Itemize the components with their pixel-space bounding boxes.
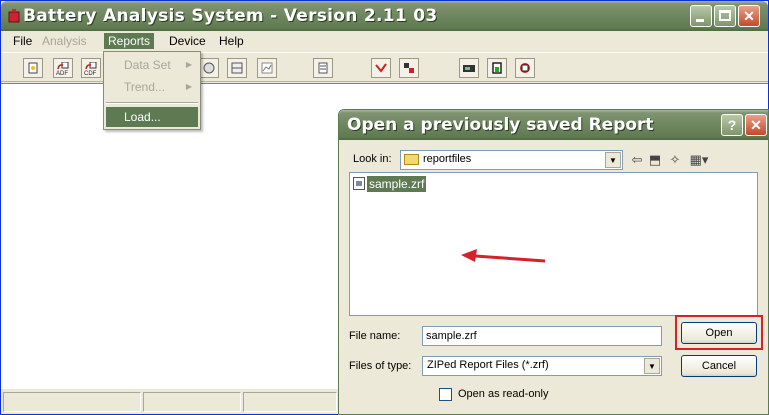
view-menu-icon[interactable]: ▦▾ (687, 152, 711, 168)
toolbar-chart-button[interactable] (257, 58, 277, 78)
look-in-label: Look in: (353, 153, 392, 165)
close-icon: ✕ (750, 117, 762, 133)
menu-item-trend[interactable]: Trend... ▶ (106, 77, 198, 97)
main-titlebar[interactable]: Battery Analysis System - Version 2.11 0… (1, 1, 768, 31)
new-folder-icon[interactable]: ✧ (667, 152, 683, 168)
close-button[interactable]: ✕ (738, 5, 760, 27)
probe-icon (375, 63, 387, 73)
toolbar-connect-button[interactable] (515, 58, 535, 78)
close-icon: ✕ (743, 8, 755, 24)
minimize-icon (696, 19, 704, 22)
folder-icon (404, 154, 419, 165)
submenu-arrow-icon: ▶ (185, 60, 192, 69)
window-title: Battery Analysis System - Version 2.11 0… (23, 6, 438, 26)
maximize-icon (719, 10, 731, 21)
file-name-input[interactable] (423, 327, 661, 345)
app-icon (8, 9, 20, 23)
toolbar-report-button[interactable] (313, 58, 333, 78)
cdf-label: CDF (84, 71, 97, 77)
menu-reports[interactable]: Reports (104, 33, 155, 49)
files-of-type-value: ZIPed Report Files (*.zrf) (427, 359, 549, 371)
submenu-arrow-icon: ▶ (185, 82, 192, 91)
gauge-icon (203, 62, 215, 74)
maximize-button[interactable] (714, 5, 736, 27)
files-of-type-combo[interactable]: ZIPed Report Files (*.zrf) ▼ (422, 356, 662, 376)
menu-item-load-label: Load... (124, 110, 161, 124)
dialog-titlebar[interactable]: Open a previously saved Report ? ✕ (339, 110, 768, 140)
toolbar-probe-button[interactable] (371, 58, 391, 78)
toolbar-adf-button[interactable]: ADF (53, 58, 73, 78)
status-cell-3 (243, 392, 337, 412)
annotation-arrow-icon (461, 249, 546, 263)
menu-separator (106, 102, 198, 104)
menu-item-data-set-label: Data Set (124, 58, 171, 72)
toolbar-cdf-button[interactable]: CDF (81, 58, 101, 78)
chevron-down-icon[interactable]: ▼ (644, 358, 660, 374)
new-file-icon (28, 62, 38, 74)
file-name-label: File name: (349, 330, 401, 342)
toolbar-gauge-button[interactable] (199, 58, 219, 78)
toolbar-transfer-button[interactable] (399, 58, 419, 78)
battery-icon (492, 62, 502, 74)
look-in-value: reportfiles (423, 153, 472, 165)
chart-icon (261, 62, 273, 74)
menu-help[interactable]: Help (215, 33, 248, 49)
open-report-dialog: Open a previously saved Report ? ✕ Look … (338, 109, 769, 415)
menu-item-load[interactable]: Load... (106, 107, 198, 127)
toolbar-grid-button[interactable] (227, 58, 247, 78)
menu-item-data-set[interactable]: Data Set ▶ (106, 55, 198, 75)
transfer-icon (404, 63, 414, 73)
back-icon[interactable]: ⇦ (629, 152, 645, 168)
dialog-close-button[interactable]: ✕ (745, 114, 767, 136)
device-icon (463, 65, 475, 72)
open-button[interactable]: Open (681, 322, 757, 344)
connect-icon (520, 63, 530, 73)
minimize-button[interactable] (690, 5, 712, 27)
file-item-name: sample.zrf (367, 176, 427, 192)
grid-icon (231, 62, 243, 74)
toolbar-battery-button[interactable] (487, 58, 507, 78)
menubar: File Analysis Reports Device Help (1, 31, 768, 51)
file-list[interactable]: sample.zrf (349, 172, 758, 316)
file-name-field[interactable] (422, 326, 662, 346)
menu-analysis[interactable]: Analysis (38, 33, 91, 49)
files-of-type-label: Files of type: (349, 360, 412, 372)
dialog-title: Open a previously saved Report (347, 115, 654, 135)
toolbar-new-button[interactable] (23, 58, 43, 78)
readonly-checkbox[interactable] (439, 388, 452, 401)
reports-dropdown: Data Set ▶ Trend... ▶ Load... (103, 51, 201, 130)
up-folder-icon[interactable]: ⬒ (647, 152, 663, 168)
chevron-down-icon[interactable]: ▼ (605, 152, 621, 168)
readonly-label: Open as read-only (458, 388, 549, 400)
report-icon (318, 62, 328, 74)
menu-device[interactable]: Device (165, 33, 210, 49)
file-icon (353, 177, 365, 190)
look-in-combo[interactable]: reportfiles ▼ (400, 150, 623, 170)
toolbar-device-button[interactable] (459, 58, 479, 78)
status-cell-1 (3, 392, 141, 412)
cancel-button[interactable]: Cancel (681, 355, 757, 377)
help-icon: ? (727, 117, 737, 133)
status-cell-2 (143, 392, 241, 412)
dialog-help-button[interactable]: ? (721, 114, 743, 136)
adf-label: ADF (56, 71, 68, 77)
menu-item-trend-label: Trend... (124, 80, 165, 94)
menu-file[interactable]: File (9, 33, 36, 49)
